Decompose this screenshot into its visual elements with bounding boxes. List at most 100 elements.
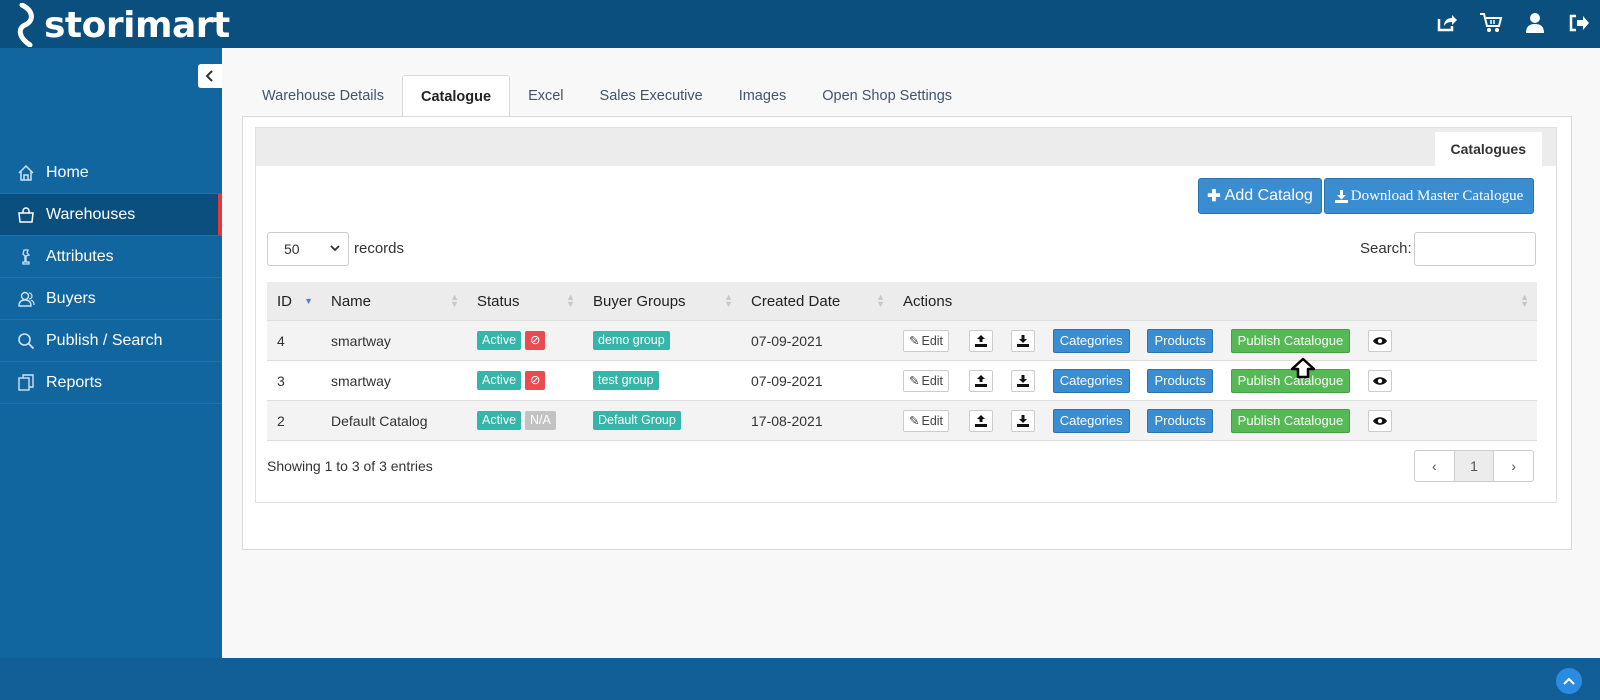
view-button[interactable] bbox=[1368, 329, 1393, 352]
sidebar-collapse-button[interactable] bbox=[198, 64, 222, 88]
cell-actions: ✎ Edit Categories Products Publish Catalo… bbox=[893, 360, 1537, 401]
products-button[interactable]: Products bbox=[1147, 328, 1213, 353]
cell-name: Default Catalog bbox=[321, 400, 467, 441]
cell-status: Active ⊘ bbox=[467, 360, 583, 401]
ban-icon[interactable]: ⊘ bbox=[524, 371, 546, 390]
table-info: Showing 1 to 3 of 3 entries bbox=[267, 458, 433, 474]
status-badge: Active bbox=[477, 371, 522, 390]
sidebar-item-attributes[interactable]: Attributes bbox=[0, 236, 222, 278]
cart-icon[interactable] bbox=[1478, 10, 1504, 36]
products-button[interactable]: Products bbox=[1147, 408, 1213, 433]
tab-images[interactable]: Images bbox=[721, 75, 805, 117]
tab-catalogues[interactable]: Catalogues bbox=[1434, 132, 1542, 166]
tab-panel: Catalogues ✚ Add Catalog Download Master… bbox=[242, 116, 1572, 550]
records-label: records bbox=[354, 240, 405, 257]
chess-icon bbox=[16, 247, 36, 267]
upload-button[interactable] bbox=[968, 409, 993, 432]
view-button[interactable] bbox=[1368, 409, 1393, 432]
catalogue-table: ID ▼ Name ▲ ▼ Status ▲ ▼ Buyer Groups ▲ ▼ Creat… bbox=[267, 282, 1537, 441]
logo-mark-icon bbox=[17, 3, 34, 47]
share-icon[interactable] bbox=[1434, 10, 1460, 36]
download-button[interactable] bbox=[1010, 369, 1035, 392]
tab-excel[interactable]: Excel bbox=[510, 75, 581, 117]
cell-status: Active N/A bbox=[467, 400, 583, 441]
edit-label: Edit bbox=[921, 413, 944, 428]
column-header-buyer-groups[interactable]: Buyer Groups ▲ ▼ bbox=[583, 282, 741, 321]
sidebar-item-warehouses[interactable]: Warehouses bbox=[0, 194, 222, 236]
tab-open-shop-settings[interactable]: Open Shop Settings bbox=[804, 75, 970, 117]
download-button[interactable] bbox=[1010, 329, 1035, 352]
sidebar-item-reports[interactable]: Reports bbox=[0, 362, 222, 404]
tab-warehouse-details[interactable]: Warehouse Details bbox=[244, 75, 402, 117]
table-row: 4 smartway Active ⊘ demo group 07-09-202… bbox=[267, 320, 1537, 361]
scroll-to-top-button[interactable] bbox=[1556, 668, 1582, 694]
download-master-catalogue-button[interactable]: Download Master Catalogue bbox=[1324, 178, 1534, 214]
cursor-arrow-icon bbox=[1290, 357, 1316, 379]
table-row: 2 Default Catalog Active N/A Default Gro… bbox=[267, 400, 1537, 441]
pagination-next[interactable]: › bbox=[1494, 451, 1533, 481]
eye-icon bbox=[1373, 336, 1388, 345]
panel-header: Catalogues bbox=[256, 128, 1556, 166]
sidebar: Home Warehouses Attributes Buyers Publis… bbox=[0, 48, 222, 658]
catalogues-panel: Catalogues ✚ Add Catalog Download Master… bbox=[255, 127, 1557, 503]
categories-button[interactable]: Categories bbox=[1052, 408, 1130, 433]
edit-label: Edit bbox=[921, 333, 944, 348]
logo[interactable]: storimart bbox=[16, 2, 230, 48]
pagination: ‹ 1 › bbox=[1414, 450, 1534, 482]
search-input[interactable] bbox=[1414, 232, 1536, 266]
home-icon bbox=[16, 163, 36, 183]
tab-catalogue[interactable]: Catalogue bbox=[401, 75, 511, 117]
page-length-select[interactable]: 50 bbox=[267, 232, 349, 266]
cell-buyer-group: Default Group bbox=[583, 400, 741, 441]
sidebar-item-label: Warehouses bbox=[46, 205, 136, 223]
publish-catalogue-button[interactable]: Publish Catalogue bbox=[1230, 328, 1351, 353]
upload-icon bbox=[974, 374, 987, 387]
categories-button[interactable]: Categories bbox=[1052, 368, 1130, 393]
cell-created-date: 07-09-2021 bbox=[741, 360, 893, 401]
sidebar-item-home[interactable]: Home bbox=[0, 152, 222, 194]
edit-button[interactable]: ✎ Edit bbox=[903, 369, 950, 392]
footer-bar bbox=[0, 658, 1600, 700]
tab-bar: Warehouse Details Catalogue Excel Sales … bbox=[244, 75, 970, 117]
tab-sales-executive[interactable]: Sales Executive bbox=[582, 75, 721, 117]
user-icon[interactable] bbox=[1522, 10, 1548, 36]
download-master-catalogue-label: Download Master Catalogue bbox=[1350, 187, 1524, 204]
status-badge: Active bbox=[477, 411, 522, 430]
download-icon bbox=[1016, 374, 1029, 387]
sidebar-item-label: Reports bbox=[46, 373, 103, 391]
add-catalog-button[interactable]: ✚ Add Catalog bbox=[1198, 178, 1322, 214]
upload-button[interactable] bbox=[968, 369, 993, 392]
sidebar-item-buyers[interactable]: Buyers bbox=[0, 278, 222, 320]
sidebar-item-publish-search[interactable]: Publish / Search bbox=[0, 320, 222, 362]
upload-button[interactable] bbox=[968, 329, 993, 352]
pagination-page[interactable]: 1 bbox=[1454, 451, 1495, 481]
search-label: Search: bbox=[1360, 240, 1412, 257]
ban-icon[interactable]: ⊘ bbox=[524, 331, 546, 350]
column-label: Created Date bbox=[751, 292, 841, 310]
products-button[interactable]: Products bbox=[1147, 368, 1213, 393]
column-label: Name bbox=[331, 292, 372, 310]
publish-catalogue-button[interactable]: Publish Catalogue bbox=[1230, 408, 1351, 433]
view-button[interactable] bbox=[1368, 369, 1393, 392]
pagination-prev[interactable]: ‹ bbox=[1415, 451, 1455, 481]
column-header-name[interactable]: Name ▲ ▼ bbox=[321, 282, 467, 321]
categories-button[interactable]: Categories bbox=[1052, 328, 1130, 353]
column-header-created-date[interactable]: Created Date ▲ ▼ bbox=[741, 282, 893, 321]
edit-icon: ✎ bbox=[909, 374, 920, 388]
download-button[interactable] bbox=[1010, 409, 1035, 432]
column-header-id[interactable]: ID ▼ bbox=[267, 282, 321, 321]
column-header-actions[interactable]: Actions ▲ ▼ bbox=[893, 282, 1537, 321]
eye-icon bbox=[1373, 416, 1388, 425]
column-label: Status bbox=[477, 292, 520, 310]
column-label: ID bbox=[277, 292, 292, 310]
cell-actions: ✎ Edit Categories Products Publish Catalo… bbox=[893, 400, 1537, 441]
download-icon bbox=[1334, 189, 1348, 203]
edit-button[interactable]: ✎ Edit bbox=[903, 409, 950, 432]
sidebar-nav: Home Warehouses Attributes Buyers Publis… bbox=[0, 152, 222, 404]
cell-created-date: 07-09-2021 bbox=[741, 320, 893, 361]
sort-desc-icon: ▼ bbox=[304, 296, 313, 306]
column-header-status[interactable]: Status ▲ ▼ bbox=[467, 282, 583, 321]
logout-icon[interactable] bbox=[1566, 10, 1592, 36]
edit-button[interactable]: ✎ Edit bbox=[903, 329, 950, 352]
buyer-group-badge: demo group bbox=[593, 331, 670, 350]
